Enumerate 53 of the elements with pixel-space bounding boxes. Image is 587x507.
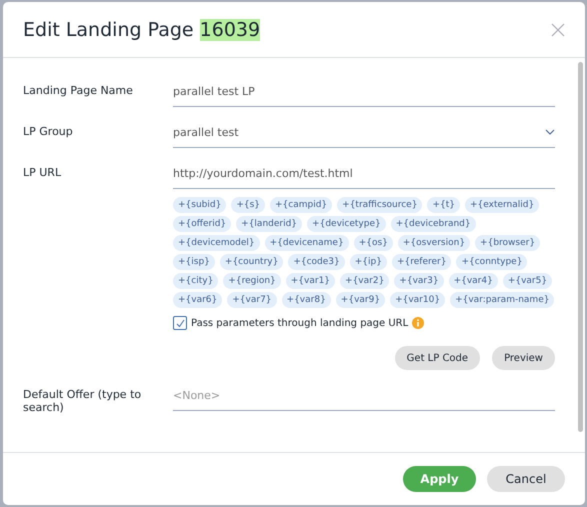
field-label: LP URL [23, 165, 62, 181]
token-chip[interactable]: +{conntype} [456, 254, 528, 270]
token-chip[interactable]: +{browser} [475, 235, 540, 251]
close-icon[interactable] [551, 22, 565, 36]
token-chip[interactable]: +{var6} [173, 292, 222, 308]
checkbox[interactable] [173, 316, 187, 330]
token-chip[interactable]: +{devicetype} [307, 216, 386, 232]
info-icon [412, 317, 424, 329]
token-chip[interactable]: +{var9} [336, 292, 386, 308]
token-chip[interactable]: +{t} [427, 197, 460, 213]
checkbox-label: Pass parameters through landing page URL [191, 318, 408, 328]
token-chip[interactable]: +{var3} [394, 273, 444, 289]
token-chip[interactable]: +{var5} [502, 273, 552, 289]
field-label: LP Group [23, 124, 74, 140]
token-chip[interactable]: +{var:param-name} [450, 292, 554, 308]
token-chip[interactable]: +{var7} [227, 292, 277, 308]
field-label: Default Offer (type to search) [23, 387, 142, 414]
token-chip[interactable]: +{city} [173, 273, 218, 289]
token-chip[interactable]: +{var10} [390, 292, 446, 308]
token-chip[interactable]: +{externalid} [464, 197, 540, 213]
token-chip[interactable]: +{os} [354, 235, 393, 251]
token-chip[interactable]: +{ip} [350, 254, 387, 270]
token-chip[interactable]: +{landerid} [236, 216, 302, 232]
input-field[interactable]: parallel test LP [173, 76, 555, 107]
token-chip[interactable]: +{devicename} [264, 235, 349, 251]
token-chip[interactable]: +{s} [231, 197, 265, 213]
cancel-button[interactable]: Cancel [487, 466, 565, 492]
token-chip[interactable]: +{country} [220, 254, 284, 270]
token-chip[interactable]: +{region} [223, 273, 281, 289]
token-chip[interactable]: +{devicemodel} [173, 235, 260, 251]
token-chip[interactable]: +{campid} [270, 197, 332, 213]
token-chip[interactable]: +{offerid} [173, 216, 232, 232]
action-button[interactable]: Get LP Code [394, 346, 480, 370]
token-chip[interactable]: +{devicebrand} [390, 216, 476, 232]
token-chip[interactable]: +{referer} [392, 254, 452, 270]
input-field[interactable]: http://yourdomain.com/test.html [173, 158, 555, 189]
token-chip[interactable]: +{var4} [448, 273, 498, 289]
dialog-title: Edit Landing Page 16039 [23, 18, 260, 40]
select-field[interactable]: parallel test [173, 117, 555, 148]
token-chip[interactable]: +{subid} [173, 197, 226, 213]
chevron-down-icon [545, 129, 555, 135]
apply-button[interactable]: Apply [403, 466, 476, 492]
field-label: Landing Page Name [23, 83, 134, 99]
token-chip[interactable]: +{osversion} [398, 235, 470, 251]
token-chip[interactable]: +{isp} [173, 254, 215, 270]
token-chip[interactable]: +{code3} [288, 254, 345, 270]
token-chip[interactable]: +{var1} [286, 273, 336, 289]
scrollbar-thumb[interactable] [578, 62, 582, 432]
token-chip[interactable]: +{var2} [340, 273, 390, 289]
token-chip[interactable]: +{trafficsource} [337, 197, 422, 213]
action-button[interactable]: Preview [492, 346, 555, 370]
input-field[interactable]: <None> [173, 380, 555, 411]
token-chip[interactable]: +{var8} [282, 292, 331, 308]
